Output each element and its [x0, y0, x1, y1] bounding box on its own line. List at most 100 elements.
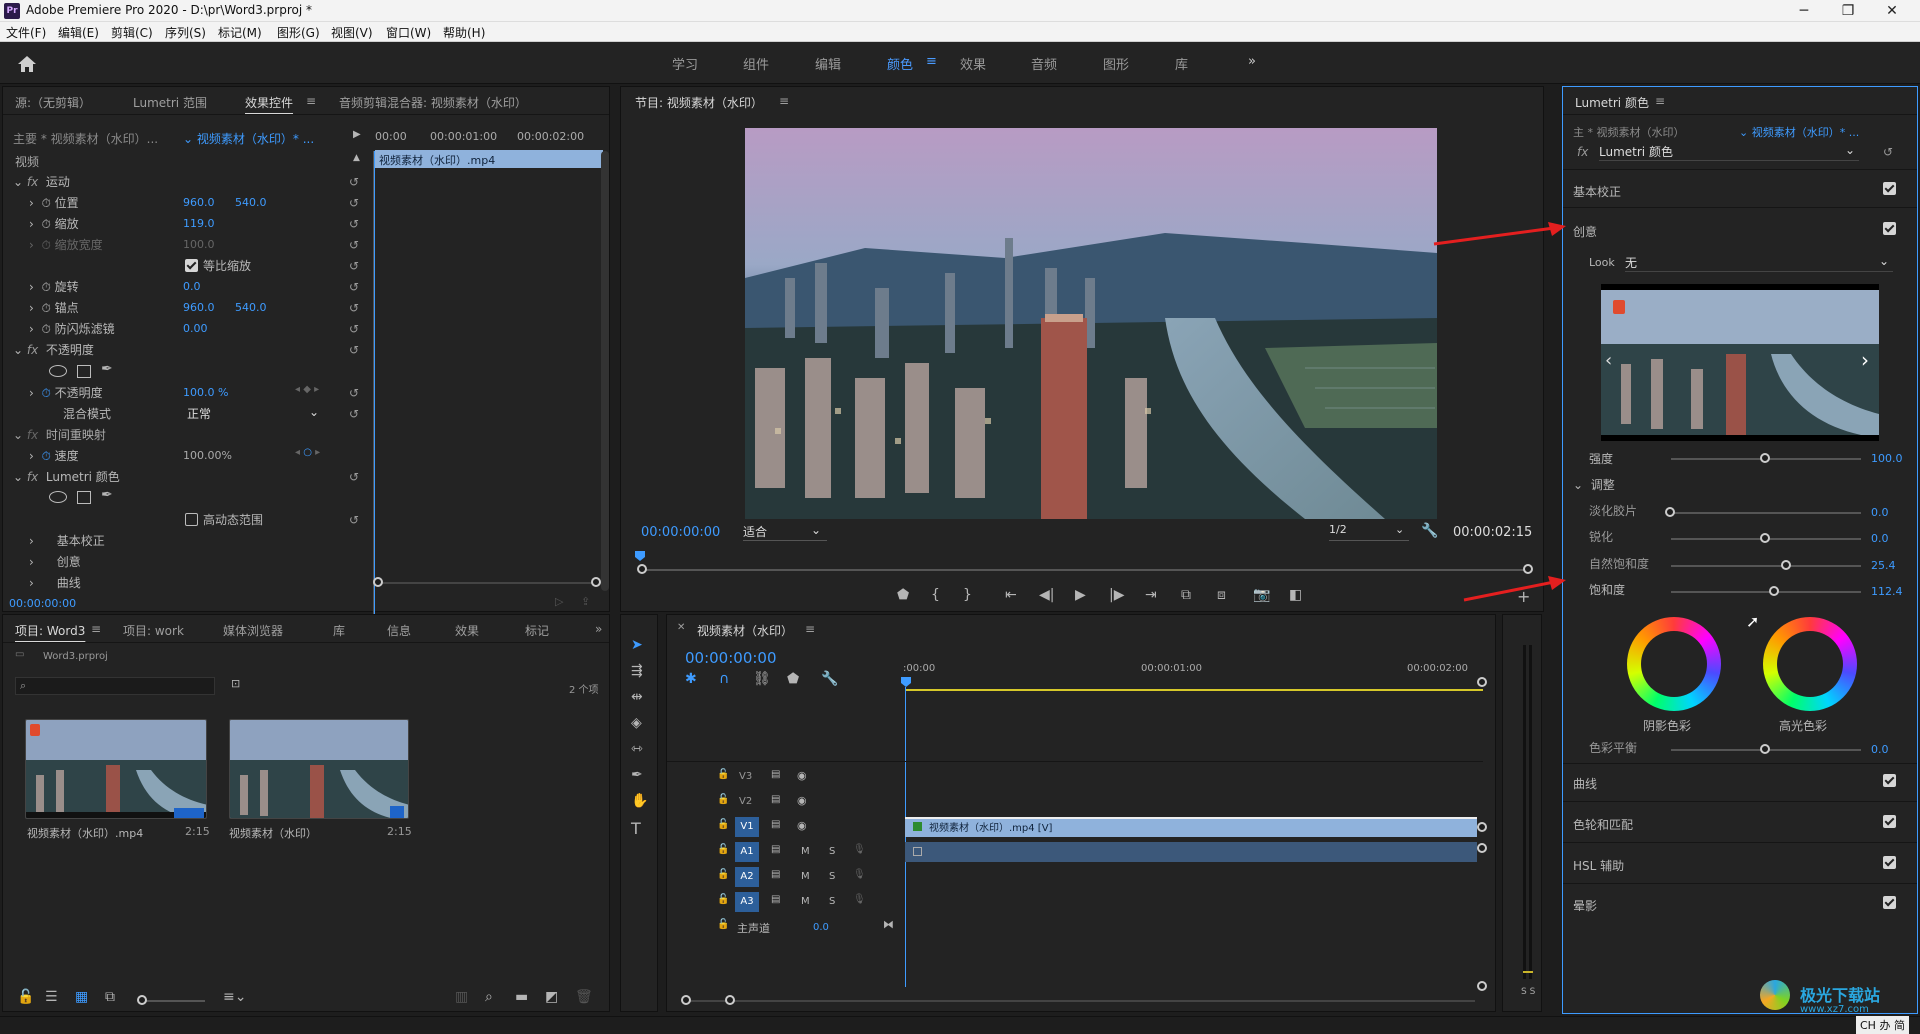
color-balance-value[interactable]: 0.0	[1871, 743, 1889, 763]
workspace-tab-color[interactable]: 颜色	[887, 54, 913, 73]
chevron-right-icon[interactable]: ›	[29, 301, 34, 315]
pen-mask-icon[interactable]: ✒	[101, 361, 113, 377]
mic-icon[interactable]: 🎙	[853, 869, 866, 880]
play-only-clip-icon[interactable]: ▶	[353, 129, 361, 140]
master-track-value[interactable]: 0.0	[813, 922, 829, 942]
sync-lock-icon[interactable]: ▤	[771, 819, 780, 830]
menu-file[interactable]: 文件(F)	[6, 24, 46, 41]
vibrance-slider[interactable]	[1671, 565, 1861, 567]
resolution-select[interactable]: 1/2 ⌄	[1329, 523, 1409, 541]
rectangle-mask-icon[interactable]	[77, 365, 91, 378]
work-area-bar[interactable]	[905, 689, 1483, 691]
intensity-knob[interactable]	[1760, 453, 1770, 463]
section-basic[interactable]: 基本校正	[1573, 183, 1621, 203]
stopwatch-icon[interactable]: ⏱	[41, 386, 50, 400]
adjust-row[interactable]: ⌄ 调整	[1573, 476, 1615, 496]
go-to-in-icon[interactable]: ⇤	[1005, 587, 1017, 603]
stopwatch-icon[interactable]: ⏱	[41, 196, 50, 210]
add-marker-icon[interactable]: ⬟	[787, 671, 799, 687]
mic-icon[interactable]: 🎙	[853, 844, 866, 855]
delete-icon[interactable]: 🗑	[575, 989, 593, 1005]
section-hsl[interactable]: HSL 辅助	[1573, 857, 1624, 877]
track-v2[interactable]: V2	[739, 796, 752, 816]
clip-selector[interactable]: ⌄ 视频素材（水印）* ...	[183, 130, 314, 150]
new-bin-icon[interactable]: ▬	[515, 989, 528, 1005]
thumbnail-size-slider[interactable]	[143, 1000, 205, 1002]
color-wheels-enable-checkbox[interactable]	[1883, 815, 1896, 828]
workspace-tab-learn[interactable]: 学习	[672, 54, 698, 73]
tab-source[interactable]: 源:（无剪辑）	[15, 94, 91, 111]
sync-lock-icon[interactable]: ▤	[771, 844, 780, 855]
pen-mask-icon[interactable]: ✒	[101, 487, 113, 503]
tab-audio-clip-mixer[interactable]: 音频剪辑混合器: 视频素材（水印）	[339, 94, 527, 111]
lock-icon[interactable]: 🔓	[717, 919, 729, 930]
linked-selection-icon[interactable]: ⛓	[753, 671, 771, 687]
vibrance-knob[interactable]	[1781, 560, 1791, 570]
timeline-playhead[interactable]	[905, 687, 906, 987]
section-color-wheels[interactable]: 色轮和匹配	[1573, 816, 1633, 836]
ec-scrollbar[interactable]	[601, 151, 609, 591]
sort-icon[interactable]: ≡⌄	[223, 989, 246, 1005]
ec-clip-bar[interactable]: 视频素材（水印）.mp4	[375, 150, 603, 168]
go-to-end-icon[interactable]: ⧓	[883, 918, 894, 931]
keyframe-nav-icon[interactable]: ◂ ◆ ▸	[295, 384, 319, 395]
reset-icon[interactable]: ↺	[349, 513, 363, 527]
time-remap-row[interactable]: ⌄ fx 时间重映射	[13, 426, 106, 446]
lock-icon[interactable]: 🔓	[717, 844, 729, 855]
tl-zoom-bar[interactable]	[685, 1000, 1475, 1002]
ripple-edit-tool-icon[interactable]: ⇹	[631, 689, 643, 705]
hsl-enable-checkbox[interactable]	[1883, 856, 1896, 869]
anchor-y[interactable]: 540.0	[235, 301, 267, 321]
program-timecode[interactable]: 00:00:00:00	[641, 525, 720, 545]
lumetri-row[interactable]: ⌄ fx Lumetri 颜色	[13, 468, 120, 488]
eye-icon[interactable]: ◉	[797, 794, 807, 807]
project-item-1-name[interactable]: 视频素材（水印）.mp4	[27, 825, 143, 845]
maximize-button[interactable]: ❐	[1828, 1, 1868, 21]
tab-project-word3[interactable]: 项目: Word3	[15, 622, 85, 639]
look-preview[interactable]: ‹ ›	[1601, 284, 1879, 441]
reset-icon[interactable]: ↺	[349, 238, 363, 252]
saturation-knob[interactable]	[1769, 586, 1779, 596]
ec-zoom-bar[interactable]	[379, 582, 599, 584]
track-a2[interactable]: A2	[735, 867, 759, 887]
new-search-bin-icon[interactable]: ⊡	[231, 677, 240, 690]
sync-lock-icon[interactable]: ▤	[771, 894, 780, 905]
workspace-tab-graphics[interactable]: 图形	[1103, 54, 1129, 73]
menu-clip[interactable]: 剪辑(C)	[111, 24, 153, 41]
eye-icon[interactable]: ◉	[797, 819, 807, 832]
eye-icon[interactable]: ◉	[797, 769, 807, 782]
faded-film-value[interactable]: 0.0	[1871, 506, 1889, 526]
project-item-thumb-1[interactable]	[25, 719, 207, 819]
lock-icon[interactable]: 🔓	[717, 869, 729, 880]
lumetri-fx-select[interactable]: Lumetri 颜色 ⌄	[1599, 143, 1859, 161]
lock-icon[interactable]: 🔓	[717, 894, 729, 905]
timeline-settings-icon[interactable]: 🔧	[821, 671, 838, 687]
position-x[interactable]: 960.0	[183, 196, 215, 216]
find-icon[interactable]: ⌕	[485, 989, 493, 1005]
reset-icon[interactable]: ↺	[349, 322, 363, 336]
track-select-tool-icon[interactable]: ⇶	[631, 663, 643, 679]
curves-enable-checkbox[interactable]	[1883, 774, 1896, 787]
menu-view[interactable]: 视图(V)	[331, 24, 373, 41]
mute-button[interactable]: M	[801, 846, 810, 866]
nest-icon[interactable]: ✱	[685, 671, 697, 687]
project-search-input[interactable]: ⌕	[15, 677, 215, 695]
comparison-view-icon[interactable]: ◧	[1289, 587, 1302, 603]
menu-sequence[interactable]: 序列(S)	[165, 24, 206, 41]
automate-icon[interactable]: ▥	[455, 989, 468, 1005]
sharpen-knob[interactable]	[1760, 533, 1770, 543]
chevron-right-icon[interactable]: ›	[29, 322, 34, 336]
filter-icon[interactable]: ▷	[555, 595, 563, 608]
workspace-tab-audio[interactable]: 音频	[1031, 54, 1057, 73]
lock-icon[interactable]: 🔓	[717, 819, 729, 830]
snap-icon[interactable]: ∩	[719, 671, 729, 687]
extract-icon[interactable]: ⧈	[1217, 587, 1226, 603]
step-forward-icon[interactable]: |▶	[1109, 587, 1124, 603]
panel-menu-icon[interactable]: ≡	[779, 94, 789, 108]
lumetri-clip-selector[interactable]: ⌄ 视频素材（水印）* ...	[1739, 124, 1859, 144]
ellipse-mask-icon[interactable]	[49, 365, 67, 377]
scale-value[interactable]: 119.0	[183, 217, 215, 237]
wrench-icon[interactable]: 🔧	[1421, 523, 1438, 539]
menu-edit[interactable]: 编辑(E)	[58, 24, 99, 41]
mute-button[interactable]: M	[801, 896, 810, 916]
